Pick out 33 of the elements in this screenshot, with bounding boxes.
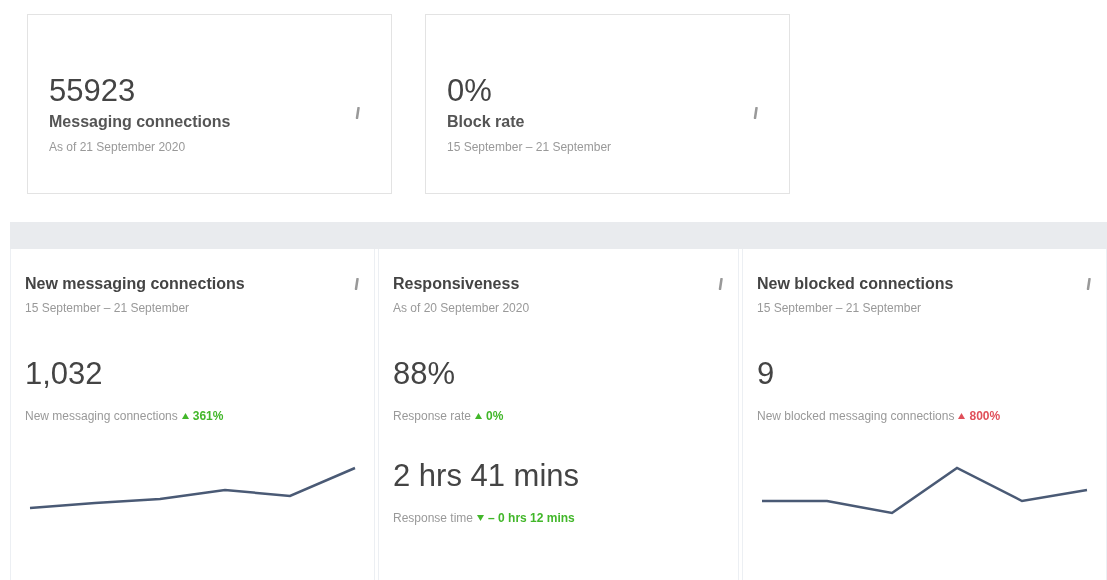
change-value: 800% — [969, 409, 1001, 423]
card-title: Block rate — [447, 113, 526, 131]
up-triangle-icon — [181, 413, 189, 419]
change-value: – 0 hrs 12 mins — [488, 511, 575, 525]
metric-label: New blocked messaging connections — [757, 409, 955, 423]
change-value: 361% — [192, 409, 224, 423]
metric-value: 88% — [393, 355, 457, 393]
card-subtitle: 15 September – 21 September — [447, 140, 612, 154]
change-value: 0% — [486, 409, 504, 423]
down-triangle-icon — [477, 515, 485, 521]
panel-subtitle: 15 September – 21 September — [757, 301, 923, 315]
card-subtitle: As of 21 September 2020 — [49, 140, 187, 154]
up-triangle-icon — [475, 413, 483, 419]
metric-value: 55923 — [49, 72, 137, 110]
card-title: Messaging connections — [49, 113, 231, 131]
up-triangle-icon — [958, 413, 966, 419]
metric-label: Response time — [393, 511, 474, 525]
info-icon[interactable] — [1086, 278, 1092, 290]
panel-title: New messaging connections — [25, 275, 245, 293]
info-icon[interactable] — [355, 107, 361, 119]
panel-title: New blocked connections — [757, 275, 954, 293]
panel-subtitle: As of 20 September 2020 — [393, 301, 531, 315]
metric-value: 9 — [757, 355, 776, 393]
metric-value: 0% — [447, 72, 493, 110]
metric-value: 2 hrs 41 mins — [393, 457, 581, 495]
info-icon[interactable] — [718, 278, 724, 290]
metric-label: New messaging connections — [25, 409, 178, 423]
metric-label: Response rate — [393, 409, 472, 423]
panel-title: Responsiveness — [393, 275, 520, 293]
panel-subtitle: 15 September – 21 September — [25, 301, 191, 315]
info-icon[interactable] — [354, 278, 360, 290]
metric-value: 1,032 — [25, 355, 104, 393]
info-icon[interactable] — [753, 107, 759, 119]
